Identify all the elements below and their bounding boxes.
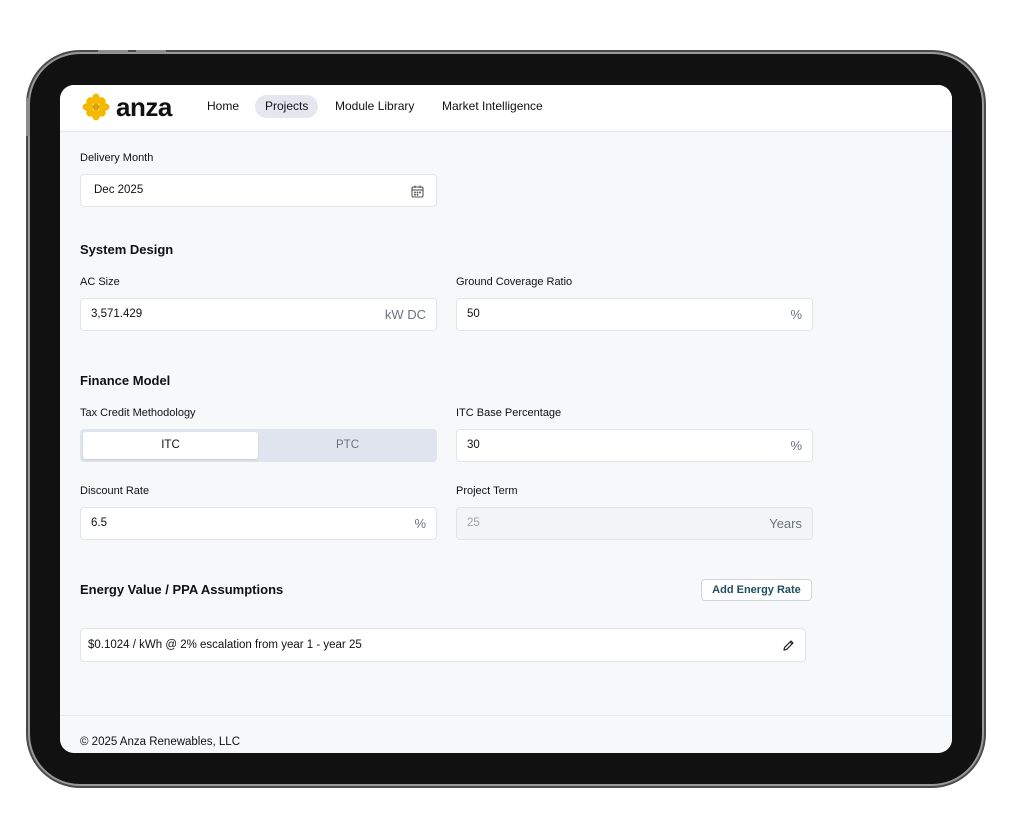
app-screen: anza Home Projects Module Library Market… xyxy=(60,85,952,753)
delivery-month-input[interactable]: Dec 2025 xyxy=(80,174,437,207)
gcr-input[interactable]: 50 % xyxy=(456,298,813,331)
nav-projects[interactable]: Projects xyxy=(255,95,319,118)
project-term-label: Project Term xyxy=(456,485,518,497)
project-term-value: 25 xyxy=(467,517,480,529)
nav-module-library[interactable]: Module Library xyxy=(325,95,424,118)
pencil-icon[interactable] xyxy=(781,638,795,652)
top-navigation: anza Home Projects Module Library Market… xyxy=(60,85,952,132)
footer: © 2025 Anza Renewables, LLC xyxy=(60,715,952,753)
add-energy-rate-button[interactable]: Add Energy Rate xyxy=(701,579,812,601)
energy-rate-text: $0.1024 / kWh @ 2% escalation from year … xyxy=(88,639,362,651)
energy-value-title: Energy Value / PPA Assumptions xyxy=(80,582,284,597)
footer-copyright: © 2025 Anza Renewables, LLC xyxy=(80,736,240,748)
discount-rate-label: Discount Rate xyxy=(80,485,150,497)
delivery-month-value: Dec 2025 xyxy=(94,184,144,196)
calendar-icon[interactable] xyxy=(410,184,424,198)
brand-logo[interactable]: anza xyxy=(82,91,172,123)
nav-home[interactable]: Home xyxy=(197,95,249,118)
delivery-month-label: Delivery Month xyxy=(80,152,154,164)
tablet-side-button xyxy=(26,98,30,136)
ac-size-label: AC Size xyxy=(80,276,120,288)
discount-rate-input[interactable]: 6.5 % xyxy=(80,507,437,540)
itc-base-unit: % xyxy=(790,438,802,453)
ac-size-unit: kW DC xyxy=(384,307,426,322)
gcr-value: 50 xyxy=(467,308,480,320)
tax-credit-label: Tax Credit Methodology xyxy=(80,407,196,419)
energy-rate-item: $0.1024 / kWh @ 2% escalation from year … xyxy=(80,628,806,662)
nav-market-intelligence[interactable]: Market Intelligence xyxy=(432,95,553,118)
tablet-top-button-1 xyxy=(98,50,128,53)
project-term-input: 25 Years xyxy=(456,507,813,540)
project-term-unit: Years xyxy=(769,516,802,531)
itc-base-input[interactable]: 30 % xyxy=(456,429,813,462)
itc-base-label: ITC Base Percentage xyxy=(456,407,562,419)
gcr-label: Ground Coverage Ratio xyxy=(456,276,573,288)
discount-rate-unit: % xyxy=(414,516,426,531)
ac-size-input[interactable]: 3,571.429 kW DC xyxy=(80,298,437,331)
itc-base-value: 30 xyxy=(467,439,480,451)
finance-model-title: Finance Model xyxy=(80,373,171,388)
ac-size-value: 3,571.429 xyxy=(91,308,143,320)
discount-rate-value: 6.5 xyxy=(91,517,107,529)
flower-logo-icon xyxy=(82,93,110,121)
tax-credit-option-ptc[interactable]: PTC xyxy=(261,432,434,459)
tax-credit-option-itc[interactable]: ITC xyxy=(83,432,258,459)
brand-name: anza xyxy=(116,91,172,122)
tax-credit-toggle: ITC PTC xyxy=(80,429,437,462)
tablet-top-button-2 xyxy=(136,50,166,53)
system-design-title: System Design xyxy=(80,242,174,257)
gcr-unit: % xyxy=(790,307,802,322)
